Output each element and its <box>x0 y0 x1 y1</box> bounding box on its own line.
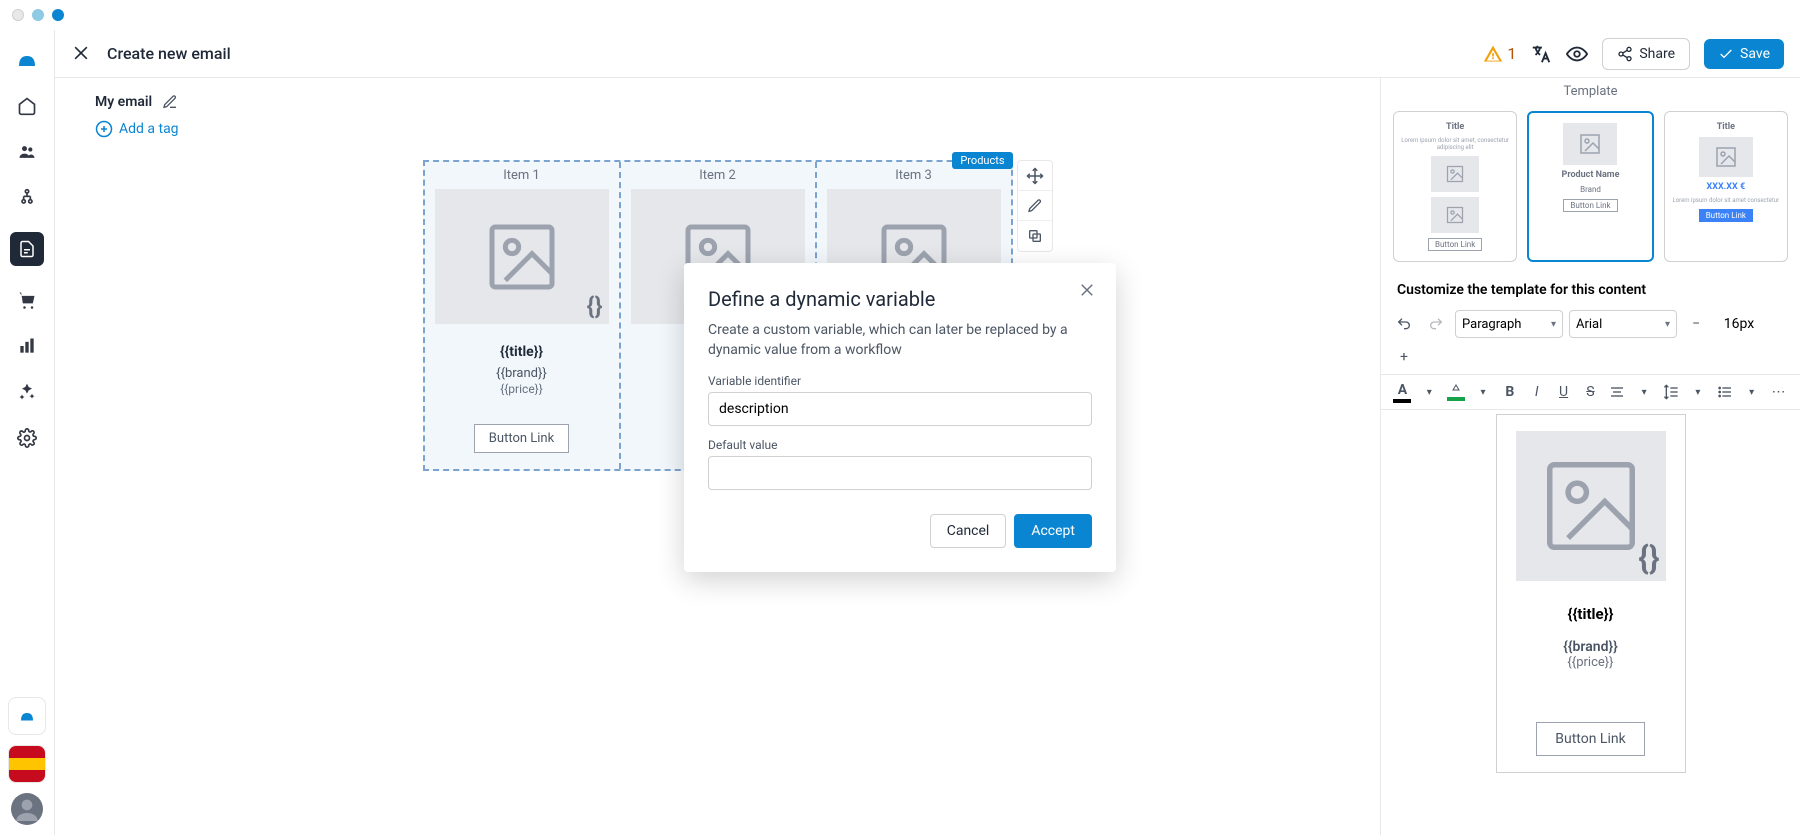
modal-backdrop: Define a dynamic variable Create a custo… <box>0 0 1800 835</box>
dynamic-variable-modal: Define a dynamic variable Create a custo… <box>684 263 1116 572</box>
default-value-label: Default value <box>708 438 1092 452</box>
modal-subtitle: Create a custom variable, which can late… <box>708 321 1092 360</box>
cancel-button[interactable]: Cancel <box>930 514 1007 548</box>
close-icon[interactable] <box>1078 281 1098 301</box>
modal-title: Define a dynamic variable <box>708 287 1092 311</box>
accept-button[interactable]: Accept <box>1014 514 1092 548</box>
variable-identifier-label: Variable identifier <box>708 374 1092 388</box>
variable-identifier-input[interactable] <box>708 392 1092 426</box>
default-value-input[interactable] <box>708 456 1092 490</box>
